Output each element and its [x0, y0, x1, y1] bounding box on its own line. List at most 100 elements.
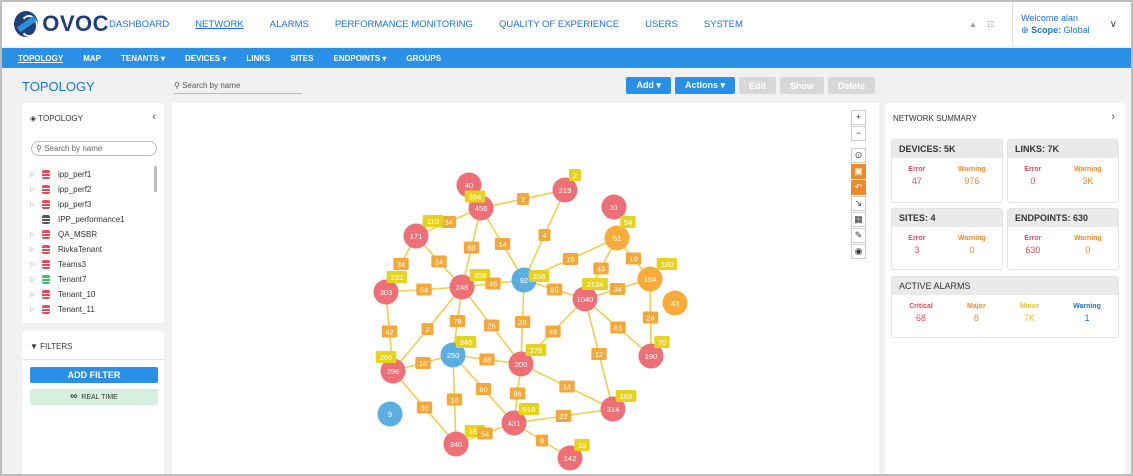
link-label: 24 [646, 314, 654, 323]
topology-map[interactable]: 40 456 219 31 51 171 92 154 303 248 1040 43 250 296 20… [172, 103, 879, 476]
subnav-groups[interactable]: GROUPS [406, 54, 441, 63]
tree-item[interactable]: ▷ ipp_perf2 [30, 182, 158, 197]
search-input[interactable]: ⚲ Search by name [174, 81, 302, 94]
nav-performance-monitoring[interactable]: PERFORMANCE MONITORING [335, 19, 473, 30]
add-button[interactable]: Add ▾ [626, 77, 671, 94]
subnav-tenants[interactable]: TENANTS ▾ [121, 54, 165, 63]
subnav-links[interactable]: LINKS [246, 54, 270, 63]
real-time-toggle[interactable]: ∞ REAL TIME [30, 389, 158, 405]
expand-arrow-icon[interactable]: ▷ [30, 246, 42, 253]
tree-item[interactable]: ▷ RivkaTenant [30, 242, 158, 257]
user-welcome[interactable]: Welcome alan ⊕ Scope: Global [1021, 12, 1090, 36]
tree-item[interactable]: ▷ Teams3 [30, 257, 158, 272]
grid-layout-icon[interactable]: ▦ [851, 212, 866, 227]
show-button[interactable]: Show [779, 77, 824, 94]
links-warning[interactable]: Warning 3K [1074, 166, 1102, 186]
nav-quality-of-experience[interactable]: QUALITY OF EXPERIENCE [499, 19, 619, 30]
bell-icon[interactable]: ▲ [969, 20, 977, 29]
subnav-topology[interactable]: TOPOLOGY [18, 54, 63, 63]
undo-icon[interactable]: ↶ [851, 180, 866, 195]
tree-item[interactable]: ▷ ipp_perf3 [30, 197, 158, 212]
save-icon[interactable]: ▣ [851, 164, 866, 179]
grid-icon[interactable]: ☷ [987, 20, 994, 29]
expand-arrow-icon[interactable]: ▷ [30, 276, 42, 283]
zoom-in-icon[interactable]: + [851, 110, 866, 125]
error-label: Error [1024, 235, 1042, 242]
expand-arrow-icon[interactable]: ▷ [30, 291, 42, 298]
connect-icon[interactable]: ↘ [851, 196, 866, 211]
node-label: 314 [607, 405, 620, 414]
tree-item[interactable]: ▷ Tenant_11 [30, 302, 158, 315]
node-label: 154 [644, 275, 657, 284]
actions-button[interactable]: Actions ▾ [674, 77, 735, 94]
chevron-right-icon[interactable]: › [1111, 111, 1115, 123]
topology-tree-panel: ◈ TOPOLOGY ‹ ⚲ Search by name ▷ ipp_perf1… [22, 103, 164, 323]
node-label: 51 [613, 234, 621, 243]
devices-warning[interactable]: Warning 976 [958, 166, 986, 186]
devices-error[interactable]: Error 47 [908, 166, 925, 186]
endpoints-title: ENDPOINTS: [1015, 213, 1071, 223]
expand-arrow-icon[interactable]: ▷ [30, 201, 42, 208]
critical-label: Critical [909, 303, 933, 310]
database-icon [42, 230, 50, 239]
eye-icon[interactable]: ◉ [851, 244, 866, 259]
nav-dashboard[interactable]: DASHBOARD [109, 19, 169, 30]
center-icon[interactable]: ⊙ [851, 148, 866, 163]
sites-card[interactable]: SITES: 4 Error 3 Warning 0 [891, 208, 1003, 270]
link-label: 43 [597, 265, 605, 274]
tree-item[interactable]: ▷ Tenant7 [30, 272, 158, 287]
nav-alarms[interactable]: ALARMS [270, 19, 309, 30]
expand-arrow-icon[interactable]: ▷ [30, 306, 42, 313]
links-card[interactable]: LINKS: 7K Error 0 Warning 3K [1007, 139, 1119, 203]
edit-button[interactable]: Edit [738, 77, 776, 94]
active-alarms-card[interactable]: ACTIVE ALARMS Critical 68 Major 8 Minor 7K … [891, 276, 1119, 338]
devices-card[interactable]: DEVICES: 5K Error 47 Warning 976 [891, 139, 1003, 203]
subnav-devices[interactable]: DEVICES ▾ [185, 54, 226, 63]
node-label: 456 [475, 204, 488, 213]
link-label: 26 [518, 318, 526, 327]
topology-graph[interactable]: 40456219315117192 1543032481040 4325029620… [172, 103, 879, 476]
tree-item[interactable]: ▷ Tenant_10 [30, 287, 158, 302]
add-filter-button[interactable]: ADD FILTER [30, 367, 158, 383]
alarms-major[interactable]: Major 8 [967, 303, 986, 323]
search-placeholder: Search by name [182, 81, 241, 90]
alarms-minor[interactable]: Minor 7K [1020, 303, 1039, 323]
links-error[interactable]: Error 0 [1024, 166, 1041, 186]
endpoints-error[interactable]: Error 630 [1024, 235, 1041, 255]
endpoints-card[interactable]: ENDPOINTS: 630 Error 630 Warning 0 [1007, 208, 1119, 270]
collapse-icon[interactable]: ‹ [152, 111, 156, 123]
sites-error[interactable]: Error 3 [908, 235, 925, 255]
nav-system[interactable]: SYSTEM [704, 19, 743, 30]
alarms-warning[interactable]: Warning 1 [1073, 303, 1101, 323]
tree-scrollbar[interactable] [154, 166, 157, 192]
alarm-warning-label: Warning [1073, 303, 1101, 310]
link-label: 10 [578, 441, 586, 450]
delete-button[interactable]: Delete [827, 77, 875, 94]
tree-item-label: Tenant_11 [58, 305, 95, 314]
expand-arrow-icon[interactable]: ▷ [30, 231, 42, 238]
subnav-map[interactable]: MAP [83, 54, 101, 63]
expand-arrow-icon[interactable]: ▷ [30, 261, 42, 268]
sites-warning[interactable]: Warning 0 [958, 235, 986, 255]
expand-arrow-icon[interactable]: ▷ [30, 171, 42, 178]
nav-users[interactable]: USERS [645, 19, 678, 30]
ovoc-logo[interactable]: OVOC [14, 11, 109, 37]
subnav-sites[interactable]: SITES [290, 54, 313, 63]
sites-card-header: SITES: 4 [892, 209, 1002, 227]
tree-item[interactable]: IPP_performance1 [30, 212, 158, 227]
chevron-down-icon[interactable]: ∨ [1110, 19, 1117, 30]
endpoints-warning[interactable]: Warning 0 [1074, 235, 1102, 255]
zoom-out-icon[interactable]: − [851, 126, 866, 141]
alarms-critical[interactable]: Critical 68 [909, 303, 933, 323]
tree-panel-title-text: TOPOLOGY [38, 114, 83, 123]
tree-search-input[interactable]: ⚲ Search by name [31, 141, 157, 156]
pen-icon[interactable]: ✎ [851, 228, 866, 243]
node-label: 92 [520, 276, 528, 285]
subnav-endpoints[interactable]: ENDPOINTS ▾ [333, 54, 386, 63]
tree-search-placeholder: Search by name [44, 144, 103, 153]
nav-network[interactable]: NETWORK [195, 19, 244, 30]
tree-item-label: ipp_perf1 [58, 170, 92, 179]
tree-item[interactable]: ▷ QA_MSBR [30, 227, 158, 242]
tree-item[interactable]: ▷ ipp_perf1 [30, 167, 158, 182]
expand-arrow-icon[interactable]: ▷ [30, 186, 42, 193]
